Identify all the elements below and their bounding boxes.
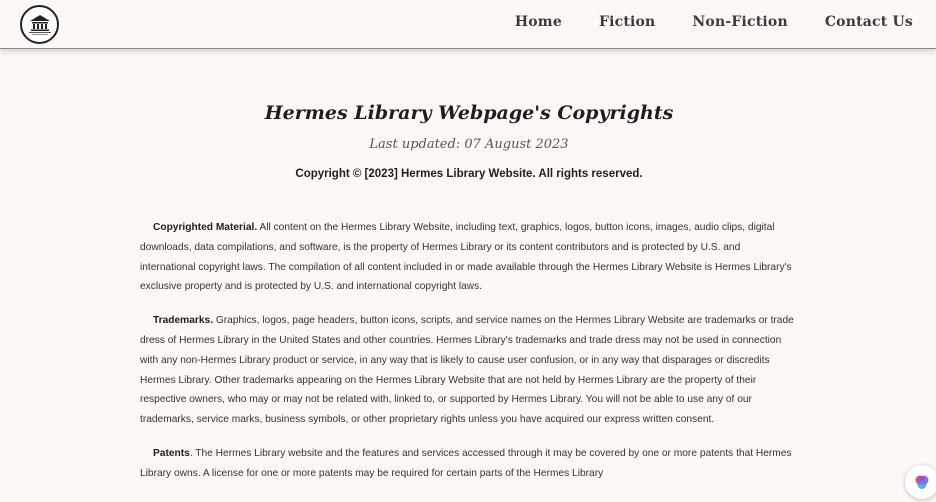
copyright-content: Hermes Library Webpage's Copyrights Last… xyxy=(140,96,798,498)
nav-contact-us-link[interactable]: Contact Us xyxy=(825,14,913,30)
section-heading: Patents xyxy=(153,447,190,459)
section-heading: Trademarks. xyxy=(153,315,214,327)
main-nav: Home Fiction Non-Fiction Contact Us xyxy=(515,14,913,30)
assistant-icon xyxy=(915,475,929,489)
top-navbar: Home Fiction Non-Fiction Contact Us xyxy=(0,0,936,49)
last-updated-text: Last updated: 07 August 2023 xyxy=(369,137,569,152)
assistant-button[interactable] xyxy=(905,465,936,499)
section-body: . The Hermes Library website and the fea… xyxy=(140,447,792,479)
page-title: Hermes Library Webpage's Copyrights xyxy=(264,102,674,124)
nav-non-fiction-link[interactable]: Non-Fiction xyxy=(692,14,787,30)
copyright-notice: Copyright © [2023] Hermes Library Websit… xyxy=(295,168,643,180)
library-logo[interactable] xyxy=(20,5,59,44)
section-heading: Copyrighted Material. xyxy=(153,222,258,233)
copyrighted-material-paragraph: Copyrighted Material. All content on the… xyxy=(140,218,798,297)
nav-home-link[interactable]: Home xyxy=(515,14,562,30)
nav-fiction-link[interactable]: Fiction xyxy=(599,14,655,30)
patents-paragraph: Patents. The Hermes Library website and … xyxy=(140,444,798,484)
section-body: Graphics, logos, page headers, button ic… xyxy=(140,315,794,426)
library-building-icon xyxy=(28,14,51,35)
trademarks-paragraph: Trademarks. Graphics, logos, page header… xyxy=(140,311,798,430)
